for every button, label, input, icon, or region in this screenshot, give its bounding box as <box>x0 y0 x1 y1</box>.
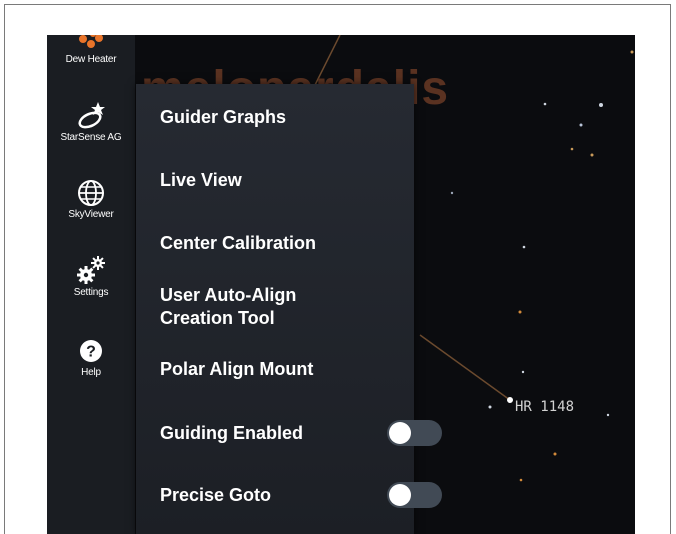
guiding-enabled-label: Guiding Enabled <box>160 423 303 443</box>
sidebar-item-label: Settings <box>73 287 109 298</box>
starsense-icon <box>78 102 105 129</box>
dew-heater-icon <box>79 35 103 48</box>
sidebar: Dew Heater StarSense AG SkyViewer Settin… <box>47 35 135 534</box>
globe-icon <box>78 180 104 206</box>
sidebar-item-label: Dew Heater <box>65 54 117 65</box>
star-label[interactable]: HR 1148 <box>515 399 574 415</box>
guiding-enabled-toggle[interactable] <box>387 420 442 446</box>
gears-icon <box>77 256 105 284</box>
tools-menu: Guider Graphs Live View Center Calibrati… <box>136 84 442 534</box>
menu-item-user-auto-align[interactable]: User Auto-Align Creation Tool <box>160 284 296 330</box>
toggle-knob <box>389 422 411 444</box>
menu-item-polar-align-mount[interactable]: Polar Align Mount <box>160 358 313 381</box>
sidebar-item-help[interactable]: ? Help <box>47 331 135 378</box>
app-window: melopardalis HR 1148 Dew Heater StarSens… <box>47 35 635 534</box>
sidebar-item-settings[interactable]: Settings <box>47 251 135 298</box>
sidebar-item-skyviewer[interactable]: SkyViewer <box>47 173 135 220</box>
menu-item-label: User Auto-Align <box>160 285 297 305</box>
sidebar-item-dew-heater[interactable]: Dew Heater <box>47 35 135 65</box>
help-icon: ? <box>80 340 102 362</box>
menu-item-live-view[interactable]: Live View <box>160 169 242 192</box>
menu-item-center-calibration[interactable]: Center Calibration <box>160 232 316 255</box>
sidebar-item-label: SkyViewer <box>68 209 114 220</box>
sidebar-item-starsense-ag[interactable]: StarSense AG <box>47 96 135 143</box>
svg-text:?: ? <box>86 344 96 361</box>
precise-goto-label: Precise Goto <box>160 485 272 505</box>
sidebar-item-label: Help <box>81 367 101 378</box>
menu-item-guider-graphs[interactable]: Guider Graphs <box>160 106 286 129</box>
precise-goto-toggle[interactable] <box>387 482 442 508</box>
toggle-knob <box>389 484 411 506</box>
menu-item-label-line2: Creation Tool <box>160 308 275 328</box>
sidebar-item-label: StarSense AG <box>60 132 122 143</box>
